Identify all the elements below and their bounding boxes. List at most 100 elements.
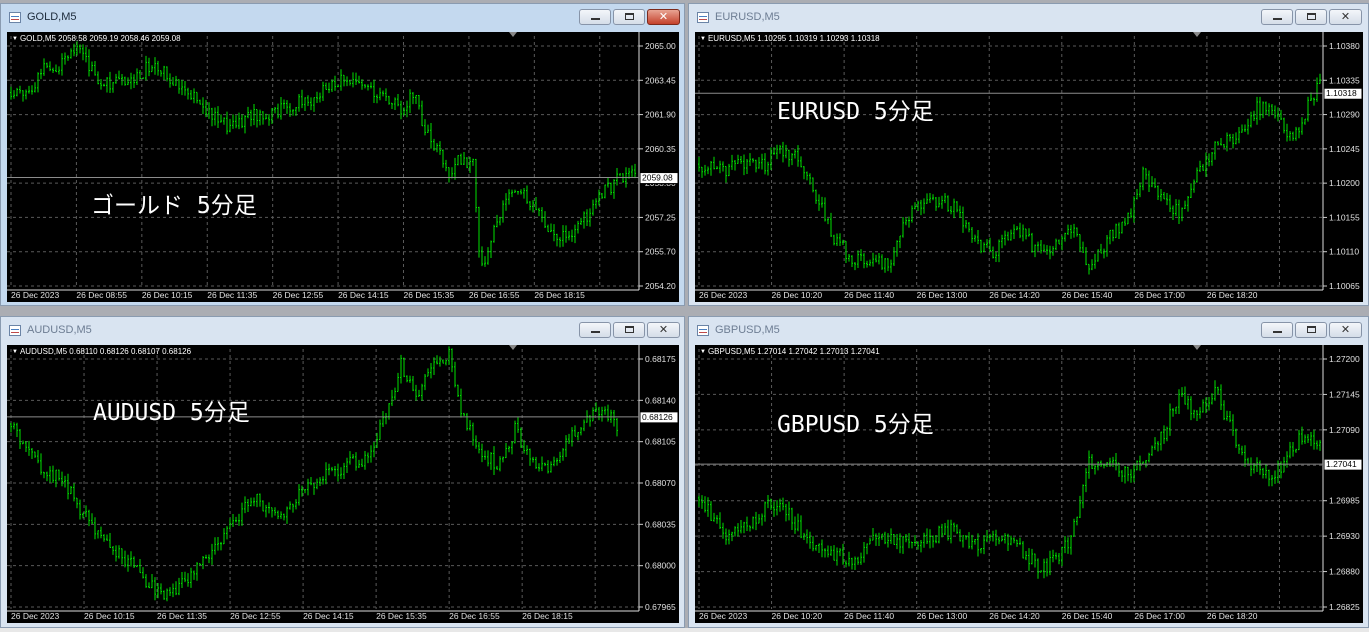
chart-window-icon: [697, 12, 709, 23]
time-label: 26 Dec 13:00: [917, 611, 968, 621]
close-icon: ✕: [1340, 323, 1351, 336]
maximize-icon: [1307, 13, 1316, 20]
time-label: 26 Dec 18:15: [534, 290, 585, 300]
time-label: 26 Dec 2023: [11, 290, 59, 300]
dropdown-triangle-icon[interactable]: ▼: [12, 36, 18, 42]
time-label: 26 Dec 11:35: [157, 611, 207, 621]
price-label: 0.68000: [645, 561, 676, 571]
dropdown-triangle-icon[interactable]: ▼: [12, 349, 18, 355]
price-label: 1.10335: [1329, 75, 1360, 85]
close-button[interactable]: ✕: [1329, 322, 1362, 338]
maximize-icon: [1307, 326, 1316, 333]
time-label: 26 Dec 18:15: [522, 611, 573, 621]
maximize-button[interactable]: [613, 9, 645, 25]
time-label: 26 Dec 16:55: [469, 290, 520, 300]
price-label: 1.26825: [1329, 602, 1360, 612]
maximize-button[interactable]: [1295, 322, 1327, 338]
time-label: 26 Dec 10:15: [142, 290, 193, 300]
dropdown-triangle-icon[interactable]: ▼: [700, 349, 706, 355]
close-button[interactable]: ✕: [1329, 9, 1362, 25]
time-label: 26 Dec 2023: [699, 611, 747, 621]
window-title: GBPUSD,M5: [715, 324, 780, 336]
price-label: 2060.35: [645, 144, 676, 154]
price-label: 2054.20: [645, 281, 676, 291]
time-label: 26 Dec 2023: [699, 290, 747, 300]
minimize-button[interactable]: [1261, 9, 1293, 25]
price-label: 1.10380: [1329, 41, 1360, 51]
chart-canvas[interactable]: 1.272001.271451.270901.270401.269851.269…: [695, 345, 1363, 623]
symbol-ohlc-info: GBPUSD,M5 1.27014 1.27042 1.27013 1.2704…: [707, 347, 880, 356]
window-titlebar[interactable]: GOLD,M5 ✕: [1, 4, 684, 32]
time-label: 26 Dec 10:20: [772, 290, 823, 300]
time-label: 26 Dec 08:55: [76, 290, 127, 300]
chart-window-icon: [697, 325, 709, 336]
time-label: 26 Dec 12:55: [230, 611, 281, 621]
chart-canvas[interactable]: 2065.002063.452061.902060.352058.802057.…: [7, 32, 679, 302]
time-label: 26 Dec 10:15: [84, 611, 135, 621]
price-label: 1.26880: [1329, 567, 1360, 577]
price-label: 1.26930: [1329, 531, 1360, 541]
time-label: 26 Dec 10:20: [772, 611, 823, 621]
price-label: 0.68070: [645, 478, 676, 488]
close-button[interactable]: ✕: [647, 9, 680, 25]
price-label: 1.10200: [1329, 178, 1360, 188]
window-title: GOLD,M5: [27, 11, 77, 23]
maximize-button[interactable]: [1295, 9, 1327, 25]
window-titlebar[interactable]: EURUSD,M5 ✕: [689, 4, 1368, 32]
dropdown-triangle-icon[interactable]: ▼: [700, 36, 706, 42]
price-chart[interactable]: 1.272001.271451.270901.270401.269851.269…: [695, 345, 1363, 623]
minimize-icon: [591, 331, 600, 333]
time-label: 26 Dec 15:40: [1062, 611, 1113, 621]
chart-shift-marker[interactable]: [1193, 345, 1201, 350]
chart-canvas[interactable]: 0.68175 0.68140 0.68105 0.68070 0.68035 0.680…: [7, 345, 679, 623]
chart-shift-marker[interactable]: [509, 345, 517, 350]
time-label: 26 Dec 11:35: [207, 290, 257, 300]
symbol-ohlc-info: AUDUSD,M5 0.68110 0.68126 0.68107 0.6812…: [19, 347, 192, 356]
chart-shift-marker[interactable]: [509, 32, 517, 37]
time-label: 26 Dec 18:20: [1207, 290, 1258, 300]
minimize-icon: [591, 18, 600, 20]
chart-window-eurusd[interactable]: EURUSD,M5 ✕ 1.10380 1.10335 1.10290 1.10245…: [688, 3, 1369, 306]
window-title: EURUSD,M5: [715, 11, 780, 23]
minimize-button[interactable]: [1261, 322, 1293, 338]
time-label: 26 Dec 15:35: [404, 290, 455, 300]
time-label: 26 Dec 2023: [11, 611, 59, 621]
chart-window-icon: [9, 325, 21, 336]
window-titlebar[interactable]: GBPUSD,M5 ✕: [689, 317, 1368, 345]
price-label: 2065.00: [645, 41, 676, 51]
price-label: 2063.45: [645, 75, 676, 85]
time-label: 26 Dec 16:55: [449, 611, 500, 621]
window-title: AUDUSD,M5: [27, 324, 92, 336]
chart-shift-marker[interactable]: [1193, 32, 1201, 37]
symbol-ohlc-info: GOLD,M5 2058.58 2059.19 2058.46 2059.08: [19, 34, 181, 43]
price-chart[interactable]: 2065.002063.452061.902060.352058.802057.…: [7, 32, 679, 302]
time-label: 26 Dec 15:40: [1062, 290, 1113, 300]
time-label: 26 Dec 14:20: [989, 290, 1040, 300]
price-chart[interactable]: 0.68175 0.68140 0.68105 0.68070 0.68035 0.680…: [7, 345, 679, 623]
price-label: 1.27090: [1329, 425, 1360, 435]
minimize-button[interactable]: [579, 9, 611, 25]
maximize-button[interactable]: [613, 322, 645, 338]
price-chart[interactable]: 1.10380 1.10335 1.10290 1.10245 1.10200 1.101…: [695, 32, 1363, 302]
minimize-icon: [1273, 18, 1282, 20]
price-label: 1.10290: [1329, 110, 1360, 120]
minimize-button[interactable]: [579, 322, 611, 338]
price-label: 0.67965: [645, 602, 676, 612]
time-label: 26 Dec 12:55: [273, 290, 324, 300]
time-label: 26 Dec 14:15: [303, 611, 354, 621]
price-label: 1.26985: [1329, 496, 1360, 506]
time-label: 26 Dec 18:20: [1207, 611, 1258, 621]
chart-window-gbpusd[interactable]: GBPUSD,M5 ✕ 1.272001.271451.270901.27040…: [688, 316, 1369, 628]
chart-window-audusd[interactable]: AUDUSD,M5 ✕ 0.68175 0.68140 0.68105 0.68070…: [0, 316, 685, 628]
chart-window-gold[interactable]: GOLD,M5 ✕ 2065.00 2063.45 2061.90 2060.35 20…: [0, 3, 685, 306]
window-titlebar[interactable]: AUDUSD,M5 ✕: [1, 317, 684, 345]
bottom-tab-strip: [0, 628, 1369, 632]
time-label: 26 Dec 15:35: [376, 611, 427, 621]
time-label: 26 Dec 11:40: [844, 611, 894, 621]
price-label: 0.68035: [645, 519, 676, 529]
chart-canvas[interactable]: 1.10380 1.10335 1.10290 1.10245 1.10200 1.101…: [695, 32, 1363, 302]
price-label: 1.10110: [1329, 247, 1359, 257]
close-button[interactable]: ✕: [647, 322, 680, 338]
current-price-label: 0.68126: [642, 412, 673, 422]
symbol-ohlc-info: EURUSD,M5 1.10295 1.10319 1.10293 1.1031…: [707, 34, 880, 43]
